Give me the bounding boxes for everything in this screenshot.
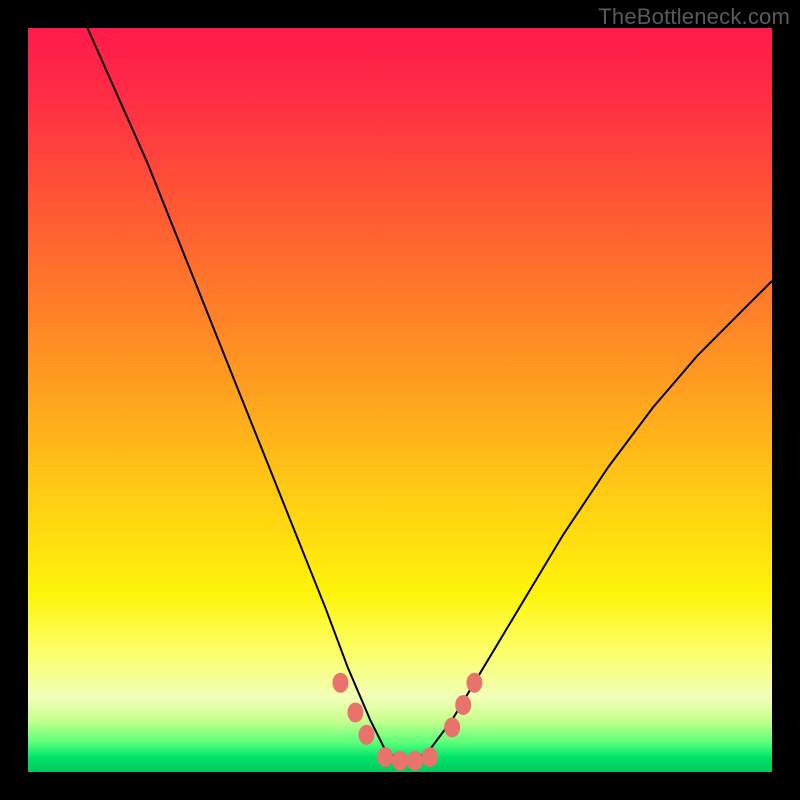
plot-area bbox=[28, 28, 772, 772]
curve-svg bbox=[28, 28, 772, 772]
curve-marker bbox=[347, 703, 363, 723]
bottleneck-curve bbox=[88, 28, 773, 761]
marker-cluster bbox=[333, 673, 483, 771]
curve-marker bbox=[422, 747, 438, 767]
curve-marker bbox=[444, 717, 460, 737]
watermark-text: TheBottleneck.com bbox=[598, 4, 790, 30]
chart-frame: TheBottleneck.com bbox=[0, 0, 800, 800]
curve-marker bbox=[392, 751, 408, 771]
curve-marker bbox=[407, 751, 423, 771]
curve-marker bbox=[466, 673, 482, 693]
curve-marker bbox=[377, 747, 393, 767]
curve-marker bbox=[359, 725, 375, 745]
curve-marker bbox=[455, 695, 471, 715]
curve-marker bbox=[333, 673, 349, 693]
